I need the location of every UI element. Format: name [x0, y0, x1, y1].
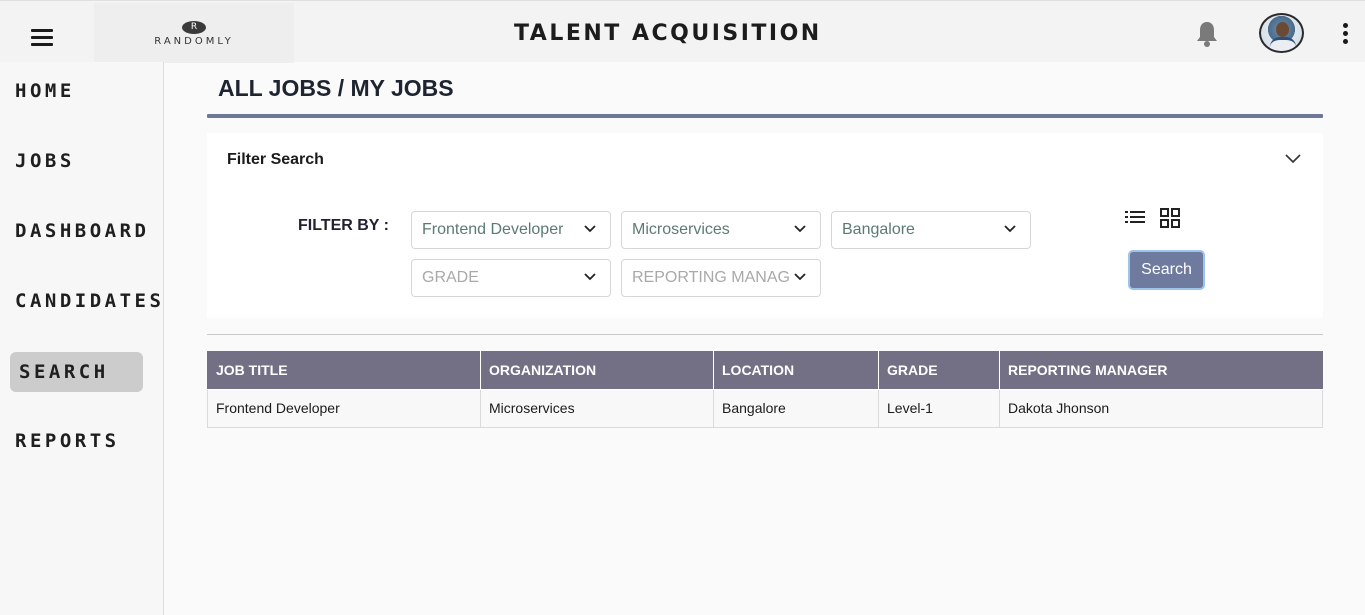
column-header-location[interactable]: LOCATION: [713, 351, 879, 390]
chevron-down-icon[interactable]: [1284, 151, 1302, 165]
filter-by-label: FILTER BY :: [298, 217, 389, 234]
cell-grade: Level-1: [878, 388, 1000, 428]
jobs-table: JOB TITLE ORGANIZATION LOCATION GRADE RE…: [207, 351, 1323, 428]
table-header-row: JOB TITLE ORGANIZATION LOCATION GRADE RE…: [207, 351, 1323, 390]
logo-mark: R: [182, 21, 206, 34]
avatar[interactable]: [1259, 13, 1304, 53]
grade-select[interactable]: GRADE: [411, 259, 611, 297]
bell-icon[interactable]: [1195, 20, 1219, 48]
sidebar-item-search[interactable]: SEARCH: [10, 352, 143, 392]
sidebar: HOME JOBS DASHBOARD CANDIDATES SEARCH RE…: [0, 62, 164, 615]
cell-job-title: Frontend Developer: [207, 388, 481, 428]
column-header-job-title[interactable]: JOB TITLE: [207, 351, 481, 390]
table-row[interactable]: Frontend Developer Microservices Bangalo…: [207, 388, 1323, 428]
sidebar-item-dashboard[interactable]: DASHBOARD: [10, 211, 146, 251]
sidebar-item-candidates[interactable]: CANDIDATES: [10, 281, 161, 321]
chevron-down-icon: [584, 273, 596, 281]
title-divider: [207, 114, 1323, 118]
top-bar: R RANDOMLY TALENT ACQUISITION: [0, 0, 1365, 63]
job-title-select-value: Frontend Developer: [422, 221, 564, 238]
filter-heading: Filter Search: [227, 151, 324, 168]
app-title: TALENT ACQUISITION: [514, 21, 822, 46]
cell-location: Bangalore: [713, 388, 879, 428]
sidebar-item-home[interactable]: HOME: [10, 71, 143, 111]
column-header-grade[interactable]: GRADE: [878, 351, 1000, 390]
cell-reporting-manager: Dakota Jhonson: [999, 388, 1323, 428]
chevron-down-icon: [584, 225, 596, 233]
more-vertical-icon[interactable]: [1343, 23, 1351, 45]
reporting-manager-select-placeholder: REPORTING MANAGER: [632, 269, 790, 286]
filter-panel: Filter Search FILTER BY : Frontend Devel…: [207, 133, 1323, 318]
sidebar-item-reports[interactable]: REPORTS: [10, 421, 143, 461]
section-divider: [207, 334, 1323, 335]
organization-select[interactable]: Microservices: [621, 211, 821, 249]
chevron-down-icon: [1004, 225, 1016, 233]
chevron-down-icon: [794, 273, 806, 281]
location-select-value: Bangalore: [842, 221, 915, 238]
page-title: ALL JOBS / MY JOBS: [218, 75, 454, 101]
cell-organization: Microservices: [480, 388, 714, 428]
column-header-reporting-manager[interactable]: REPORTING MANAGER: [999, 351, 1323, 390]
logo: R RANDOMLY: [94, 3, 294, 63]
sidebar-item-jobs[interactable]: JOBS: [10, 141, 143, 181]
job-title-select[interactable]: Frontend Developer: [411, 211, 611, 249]
grid-view-icon[interactable]: [1160, 208, 1180, 228]
list-view-icon[interactable]: [1125, 209, 1145, 225]
reporting-manager-select[interactable]: REPORTING MANAGER: [621, 259, 821, 297]
organization-select-value: Microservices: [632, 221, 730, 238]
logo-text: RANDOMLY: [154, 36, 234, 47]
column-header-organization[interactable]: ORGANIZATION: [480, 351, 714, 390]
search-button[interactable]: Search: [1128, 250, 1205, 290]
menu-icon[interactable]: [31, 29, 53, 46]
chevron-down-icon: [794, 225, 806, 233]
grade-select-placeholder: GRADE: [422, 269, 479, 286]
location-select[interactable]: Bangalore: [831, 211, 1031, 249]
